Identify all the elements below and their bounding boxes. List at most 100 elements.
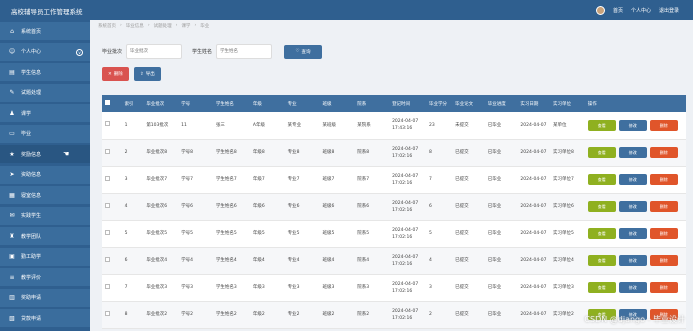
person-icon: ♟ bbox=[9, 109, 15, 117]
sidebar-item[interactable]: ▣ 勤工助学 bbox=[0, 247, 90, 267]
send-icon: ➤ bbox=[9, 171, 15, 178]
edit-button[interactable]: 修改 bbox=[618, 174, 647, 185]
row-delete-button[interactable]: 删除 bbox=[649, 147, 678, 158]
row-checkbox[interactable] bbox=[105, 310, 110, 316]
table-cell: 2024-04-07 17:02:16 bbox=[389, 220, 427, 248]
table-cell: 学生姓名6 bbox=[212, 193, 250, 221]
row-checkbox[interactable] bbox=[105, 148, 110, 154]
table-cell: 2024-04-07 17:43:16 bbox=[389, 112, 427, 140]
select-all-checkbox[interactable] bbox=[105, 100, 110, 105]
sidebar-item[interactable]: ▥ 奖助申请 bbox=[0, 288, 90, 308]
table-cell: 年级3 bbox=[249, 274, 285, 302]
sidebar-item[interactable]: ♜ 教学团队 bbox=[0, 227, 90, 246]
row-select-cell bbox=[102, 247, 122, 275]
breadcrumb-item[interactable]: 课学 bbox=[181, 23, 190, 29]
row-delete-button[interactable]: 删除 bbox=[649, 282, 678, 293]
table-cell: 已提交 bbox=[452, 301, 485, 329]
sidebar-item-label: 学生信息 bbox=[21, 69, 42, 76]
sidebar-item[interactable]: ♟ 课学 bbox=[0, 104, 90, 123]
table-cell: 2 bbox=[426, 301, 453, 329]
row-checkbox[interactable] bbox=[105, 121, 110, 127]
home-link[interactable]: 首页 bbox=[613, 7, 623, 14]
view-button[interactable]: 查看 bbox=[587, 201, 616, 212]
sidebar-item[interactable]: ★ 奖励信息 bbox=[0, 145, 90, 164]
row-actions-cell: 查看 修改 删除 bbox=[584, 139, 686, 167]
breadcrumb-item[interactable]: 试题处理 bbox=[154, 23, 172, 29]
breadcrumb-item[interactable]: 毕业信息 bbox=[126, 23, 144, 29]
table-cell: 班级2 bbox=[319, 301, 355, 329]
batch-input[interactable] bbox=[126, 44, 183, 59]
view-button[interactable]: 查看 bbox=[587, 119, 616, 131]
table-cell: 7 bbox=[426, 166, 453, 194]
avatar[interactable] bbox=[595, 6, 605, 15]
edit-button[interactable]: 修改 bbox=[618, 201, 647, 212]
profile-link[interactable]: 个人中心 bbox=[631, 7, 651, 14]
sidebar-item-label: 奖励信息 bbox=[21, 151, 42, 158]
sidebar-item[interactable]: ≡ 教学评价 bbox=[0, 268, 90, 287]
table-cell: 年级6 bbox=[249, 193, 285, 221]
table-cell: 专业2 bbox=[284, 301, 320, 329]
view-button[interactable]: 查看 bbox=[587, 282, 616, 293]
row-delete-button[interactable]: 删除 bbox=[649, 228, 678, 239]
row-checkbox[interactable] bbox=[105, 256, 110, 262]
table-cell: 2 bbox=[121, 139, 144, 167]
sidebar-item[interactable]: ▭ 毕业 bbox=[0, 124, 90, 144]
briefcase-icon: ▣ bbox=[9, 253, 15, 260]
row-delete-button[interactable]: 删除 bbox=[649, 174, 678, 185]
edit-button[interactable]: 修改 bbox=[618, 228, 647, 239]
column-header: 毕业论文 bbox=[452, 95, 485, 112]
sidebar-item[interactable]: ☺ 个人中心 v bbox=[0, 42, 90, 62]
logout-link[interactable]: 退出登录 bbox=[659, 7, 679, 14]
view-button[interactable]: 查看 bbox=[587, 255, 616, 266]
row-checkbox[interactable] bbox=[105, 175, 110, 181]
row-select-cell bbox=[102, 166, 122, 194]
column-header: 学生姓名 bbox=[212, 95, 250, 112]
sidebar-item-label: 教学评价 bbox=[21, 274, 42, 281]
edit-button[interactable]: 修改 bbox=[618, 282, 647, 293]
view-button[interactable]: 查看 bbox=[587, 228, 616, 239]
delete-button[interactable]: ✕ 删除 bbox=[102, 67, 129, 81]
table-cell: 实习单位6 bbox=[550, 193, 585, 221]
sidebar-item[interactable]: ⌂ 系统首页 bbox=[0, 22, 90, 41]
row-checkbox[interactable] bbox=[105, 229, 110, 235]
sidebar-item[interactable]: ▦ 寝室信息 bbox=[0, 186, 90, 205]
table-cell: 院系4 bbox=[354, 247, 390, 275]
row-checkbox[interactable] bbox=[105, 283, 110, 289]
table-cell: 已提交 bbox=[452, 247, 485, 275]
table-cell: 4 bbox=[121, 193, 144, 221]
table-cell: 年级4 bbox=[249, 247, 285, 275]
sidebar-item[interactable]: ✎ 试题处理 bbox=[0, 83, 90, 103]
view-button[interactable]: 查看 bbox=[587, 147, 616, 158]
row-delete-button[interactable]: 删除 bbox=[649, 119, 678, 131]
table-cell: 2024-04-07 bbox=[517, 112, 550, 140]
sidebar-item[interactable]: ➤ 资助信息 bbox=[0, 165, 90, 185]
column-header: 实习单位 bbox=[550, 95, 585, 112]
table-cell: 实习单位4 bbox=[550, 247, 585, 275]
edit-button[interactable]: 修改 bbox=[618, 119, 647, 131]
name-input[interactable] bbox=[216, 44, 273, 59]
row-delete-button[interactable]: 删除 bbox=[649, 201, 678, 212]
breadcrumb-item[interactable]: 系统首页 bbox=[98, 23, 116, 29]
edit-button[interactable]: 修改 bbox=[618, 147, 647, 158]
row-checkbox[interactable] bbox=[105, 202, 110, 208]
table-cell: 2024-04-07 17:02:16 bbox=[389, 274, 427, 302]
row-delete-button[interactable]: 删除 bbox=[649, 255, 678, 266]
export-button[interactable]: ⇪ 导出 bbox=[134, 67, 161, 81]
search-button[interactable]: ♡ 查询 bbox=[284, 44, 323, 59]
sidebar: ⌂ 系统首页 ☺ 个人中心 v ▤ 学生信息 ✎ 试题处理 ♟ 课学 ▭ 毕业 ★ 奖励信息 ➤ 资助信息 ▦ 寝室… bbox=[0, 20, 90, 331]
sidebar-item[interactable]: ▧ 贷款申请 bbox=[0, 309, 90, 328]
table-cell: 11 bbox=[178, 112, 213, 140]
column-header: 毕业学分 bbox=[426, 95, 453, 112]
table-cell: 学号6 bbox=[178, 193, 213, 221]
table-cell: 2024-04-07 bbox=[517, 220, 550, 248]
view-button[interactable]: 查看 bbox=[587, 174, 616, 185]
list-icon: ≡ bbox=[9, 273, 15, 281]
upload-icon: ⇪ bbox=[140, 71, 144, 77]
table-cell: 毕业批次3 bbox=[143, 274, 179, 302]
sidebar-item[interactable]: ✉ 实践学生 bbox=[0, 206, 90, 226]
sidebar-item[interactable]: ▤ 学生信息 bbox=[0, 63, 90, 82]
edit-button[interactable]: 修改 bbox=[618, 255, 647, 266]
chevron-down-icon[interactable]: v bbox=[76, 48, 83, 56]
breadcrumb-item[interactable]: 毕业 bbox=[200, 23, 209, 29]
row-actions-cell: 查看 修改 删除 bbox=[584, 274, 686, 302]
